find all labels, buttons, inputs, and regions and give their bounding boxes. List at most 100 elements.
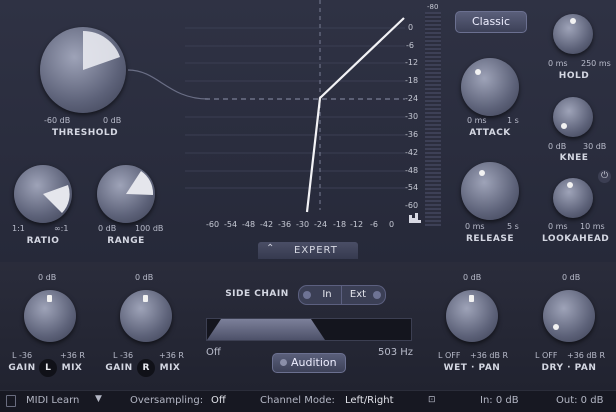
ratio-knob[interactable] [14,165,72,223]
x-tick: -60 [206,220,220,229]
attack-max: 1 s [507,116,519,125]
knee-max: 30 dB [583,142,607,151]
x-tick: -36 [278,220,292,229]
lookahead-label: LOOKAHEAD [542,234,610,244]
midi-learn-button[interactable]: MIDI Learn [26,395,79,406]
gain-l-min: L -36 [12,351,33,360]
side-chain-in-option[interactable]: In [313,286,341,304]
y-tick: -36 [405,130,419,139]
side-chain-label: SIDE CHAIN [225,289,289,299]
gain-r-knob[interactable] [120,290,172,342]
double-chevron-up-icon: ⌃ [266,243,275,254]
release-knob[interactable] [461,162,519,220]
hold-knob[interactable] [553,14,593,54]
transfer-curve-graph[interactable] [185,0,425,236]
y-tick: -48 [405,166,419,175]
side-chain-low-value: Off [206,347,221,358]
threshold-max: 0 dB [103,116,122,125]
status-bar: MIDI Learn ▼ Oversampling: Off Channel M… [0,390,616,412]
release-max: 5 s [507,222,519,231]
side-chain-filter-range[interactable] [206,318,412,341]
ratio-max: ∞:1 [54,224,69,233]
side-chain-ext-led [373,291,381,299]
side-chain-ext-option[interactable]: Ext [344,286,372,304]
channel-l-badge[interactable]: L [39,359,57,377]
wet-min: L OFF [438,351,461,360]
dry-min: L OFF [535,351,558,360]
x-tick: -24 [314,220,328,229]
threshold-knob[interactable] [40,27,126,113]
knee-knob[interactable] [553,97,593,137]
dry-label: DRY · PAN [541,363,597,373]
side-chain-in-led [303,291,311,299]
power-icon[interactable]: ⏻ [598,170,611,183]
y-tick: 0 [408,23,414,32]
style-dropdown-button[interactable]: Classic [455,11,527,33]
gain-r-max: +36 R [159,351,184,360]
expert-toggle[interactable]: ⌃ EXPERT [258,242,358,259]
range-min: 0 dB [98,224,117,233]
side-chain-high-value: 503 Hz [378,347,414,358]
lookahead-max: 10 ms [580,222,605,231]
gain-l-knob[interactable] [24,290,76,342]
wet-knob[interactable] [446,290,498,342]
dry-max: +36 dB R [567,351,606,360]
gain-r-mix-label: MIX [159,363,181,373]
knee-min: 0 dB [548,142,567,151]
threshold-min: -60 dB [44,116,71,125]
knee-label: KNEE [559,153,589,163]
oversampling-value[interactable]: Off [211,395,226,406]
attack-label: ATTACK [469,128,511,138]
gain-r-min: L -36 [113,351,134,360]
x-tick: -48 [242,220,256,229]
lock-icon[interactable]: ⊡ [428,395,436,405]
input-gain[interactable]: In: 0 dB [480,395,519,406]
range-max: 100 dB [135,224,164,233]
hold-max: 250 ms [581,59,611,68]
channel-r-badge[interactable]: R [137,359,155,377]
x-tick: -18 [333,220,347,229]
y-tick: -12 [405,58,419,67]
meter-mode-icon[interactable] [408,212,422,224]
gain-l-mix-label: MIX [61,363,83,373]
y-tick: -6 [406,41,414,50]
y-tick: -60 [405,201,419,210]
oversampling-label: Oversampling: [130,395,204,406]
dry-knob[interactable] [543,290,595,342]
x-tick: -12 [350,220,364,229]
release-min: 0 ms [465,222,485,231]
midi-icon [6,395,16,407]
expert-label: EXPERT [294,245,338,256]
y-tick: -18 [405,76,419,85]
chevron-down-icon[interactable]: ▼ [95,394,102,404]
gain-l-top-value: 0 dB [38,273,57,282]
channel-mode-value[interactable]: Left/Right [345,395,394,406]
hold-label: HOLD [558,71,590,81]
x-tick: -6 [370,220,378,229]
lookahead-knob[interactable] [553,178,593,218]
y-tick: -54 [405,183,419,192]
ratio-min: 1:1 [12,224,25,233]
gain-r-label: GAIN [105,363,133,373]
x-tick: -30 [296,220,310,229]
audition-led [280,359,287,366]
audition-button[interactable]: Audition [272,353,346,373]
side-chain-switch[interactable]: In Ext [298,285,386,305]
y-tick: -42 [405,148,419,157]
meter-top-label: -80 [427,3,439,11]
range-label: RANGE [107,236,145,246]
output-gain[interactable]: Out: 0 dB [556,395,603,406]
wet-max: +36 dB R [470,351,509,360]
hold-min: 0 ms [548,59,568,68]
attack-knob[interactable] [461,58,519,116]
y-tick: -30 [405,112,419,121]
ratio-label: RATIO [26,236,60,246]
gain-l-label: GAIN [8,363,36,373]
x-tick: -54 [224,220,238,229]
release-label: RELEASE [465,234,515,244]
wet-label: WET · PAN [443,363,501,373]
x-tick: -42 [260,220,274,229]
wet-top-value: 0 dB [463,273,482,282]
range-knob[interactable] [97,165,155,223]
channel-mode-label: Channel Mode: [260,395,335,406]
